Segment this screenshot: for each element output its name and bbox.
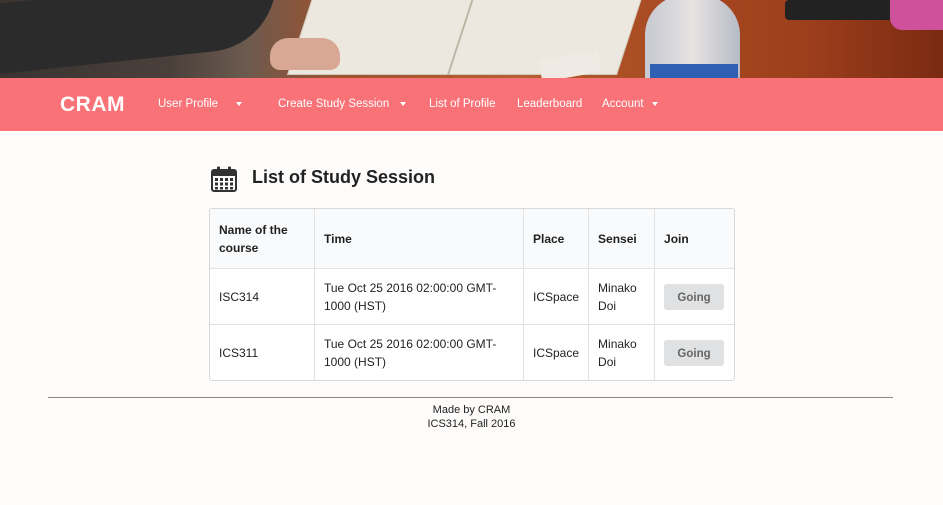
chevron-down-icon[interactable] — [652, 102, 658, 106]
nav-account[interactable]: Account — [602, 98, 644, 110]
nav-leaderboard[interactable]: Leaderboard — [517, 98, 582, 110]
column-header-sensei: Sensei — [588, 209, 656, 269]
going-button[interactable]: Going — [664, 339, 725, 366]
table-row: ICS311 Tue Oct 25 2016 02:00:00 GMT-1000… — [210, 324, 734, 381]
column-header-join: Join — [654, 209, 734, 269]
table-row: ISC314 Tue Oct 25 2016 02:00:00 GMT-1000… — [210, 268, 734, 325]
cell-sensei: Minako Doi — [588, 324, 656, 380]
cell-join: Going — [655, 325, 734, 381]
footer-course-term: ICS314, Fall 2016 — [427, 417, 516, 430]
chevron-down-icon[interactable] — [236, 102, 242, 106]
cell-sensei: Minako Doi — [588, 268, 656, 325]
chevron-down-icon[interactable] — [400, 102, 406, 106]
cell-course: ISC314 — [210, 268, 315, 325]
cell-course: ICS311 — [210, 324, 315, 380]
going-button[interactable]: Going — [664, 283, 725, 310]
brand-logo-link[interactable]: CRAM — [60, 93, 125, 117]
study-session-table: Name of the course Time Place Sensei Joi… — [209, 208, 735, 381]
column-header-time: Time — [314, 209, 524, 269]
footer-divider — [48, 397, 893, 398]
cell-time: Tue Oct 25 2016 02:00:00 GMT-1000 (HST) — [314, 268, 524, 325]
cell-join: Going — [654, 268, 734, 325]
cell-place: ICSpace — [523, 324, 590, 380]
cell-place: ICSpace — [523, 268, 590, 325]
column-header-place: Place — [523, 209, 590, 269]
footer-made-by: Made by CRAM — [432, 404, 511, 416]
page-title: List of Study Session — [252, 167, 436, 187]
footer: Made by CRAM ICS314, Fall 2016 — [0, 404, 943, 431]
nav-user-profile[interactable]: User Profile — [158, 98, 218, 110]
calendar-icon — [211, 166, 237, 192]
hero-banner-image — [0, 0, 943, 78]
cell-time: Tue Oct 25 2016 02:00:00 GMT-1000 (HST) — [314, 324, 524, 380]
nav-create-study-session[interactable]: Create Study Session — [278, 98, 389, 110]
column-header-course: Name of the course — [210, 209, 315, 269]
nav-list-of-profile[interactable]: List of Profile — [429, 98, 495, 110]
top-navbar: CRAM User Profile Create Study Session L… — [0, 78, 943, 131]
